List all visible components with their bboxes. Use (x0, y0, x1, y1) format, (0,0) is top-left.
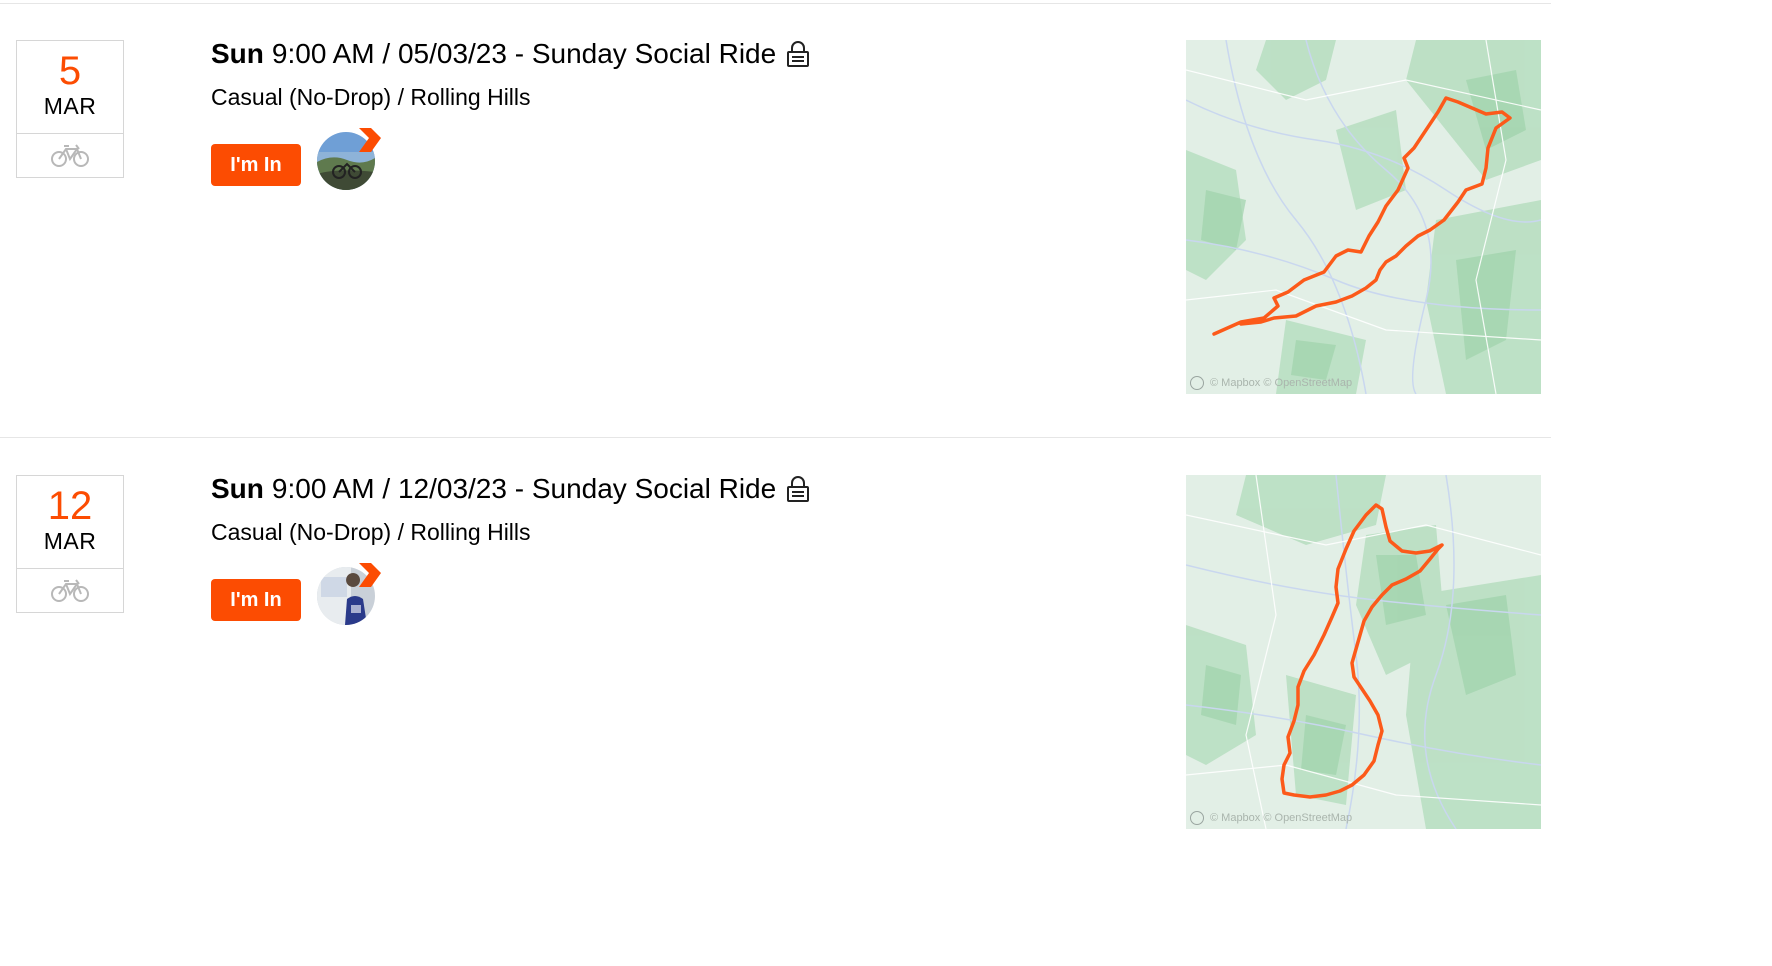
route-map[interactable]: © Mapbox © OpenStreetMap (1186, 475, 1541, 829)
mapbox-logo-icon (1190, 811, 1204, 825)
attribution-text: © Mapbox © OpenStreetMap (1210, 812, 1353, 824)
date-top: 12 MAR (17, 476, 123, 569)
event-title[interactable]: Sun 9:00 AM / 12/03/23 - Sunday Social R… (211, 471, 810, 507)
date-month: MAR (43, 528, 97, 554)
date-day: 5 (58, 49, 82, 93)
map-background (1186, 40, 1541, 394)
im-in-button[interactable]: I'm In (211, 144, 301, 186)
event-card: 12 MAR Sun 9:00 AM / 12/03/23 - Sunday S… (0, 435, 1772, 870)
event-subtitle: Casual (No-Drop) / Rolling Hills (211, 84, 531, 110)
date-top: 5 MAR (17, 41, 123, 134)
attendee-avatar[interactable] (317, 128, 383, 190)
bike-icon (51, 144, 89, 167)
sport-type (17, 569, 123, 613)
attendee-avatar[interactable] (317, 563, 383, 625)
date-badge: 12 MAR (16, 475, 124, 613)
lock-icon (786, 40, 810, 68)
event-weekday: Sun (211, 473, 264, 504)
event-time-date-name: 9:00 AM / 12/03/23 - Sunday Social Ride (271, 473, 777, 504)
attribution-text: © Mapbox © OpenStreetMap (1210, 377, 1353, 389)
bike-icon (51, 579, 89, 602)
sport-type (17, 134, 123, 178)
date-badge: 5 MAR (16, 40, 124, 178)
map-attribution: © Mapbox © OpenStreetMap (1190, 811, 1352, 825)
map-attribution: © Mapbox © OpenStreetMap (1190, 376, 1352, 390)
event-subtitle: Casual (No-Drop) / Rolling Hills (211, 519, 531, 545)
im-in-button[interactable]: I'm In (211, 579, 301, 621)
event-time-date-name: 9:00 AM / 05/03/23 - Sunday Social Ride (271, 38, 777, 69)
date-day: 12 (47, 484, 93, 528)
strava-badge-icon (359, 563, 381, 587)
route-map[interactable]: © Mapbox © OpenStreetMap (1186, 40, 1541, 394)
event-weekday: Sun (211, 38, 264, 69)
map-background (1186, 475, 1541, 829)
mapbox-logo-icon (1190, 376, 1204, 390)
event-title[interactable]: Sun 9:00 AM / 05/03/23 - Sunday Social R… (211, 36, 810, 72)
date-month: MAR (43, 93, 97, 119)
strava-badge-icon (359, 128, 381, 152)
lock-icon (786, 475, 810, 503)
event-card: 5 MAR Sun 9:00 AM / 05/03/23 - Sunday So… (0, 0, 1772, 438)
